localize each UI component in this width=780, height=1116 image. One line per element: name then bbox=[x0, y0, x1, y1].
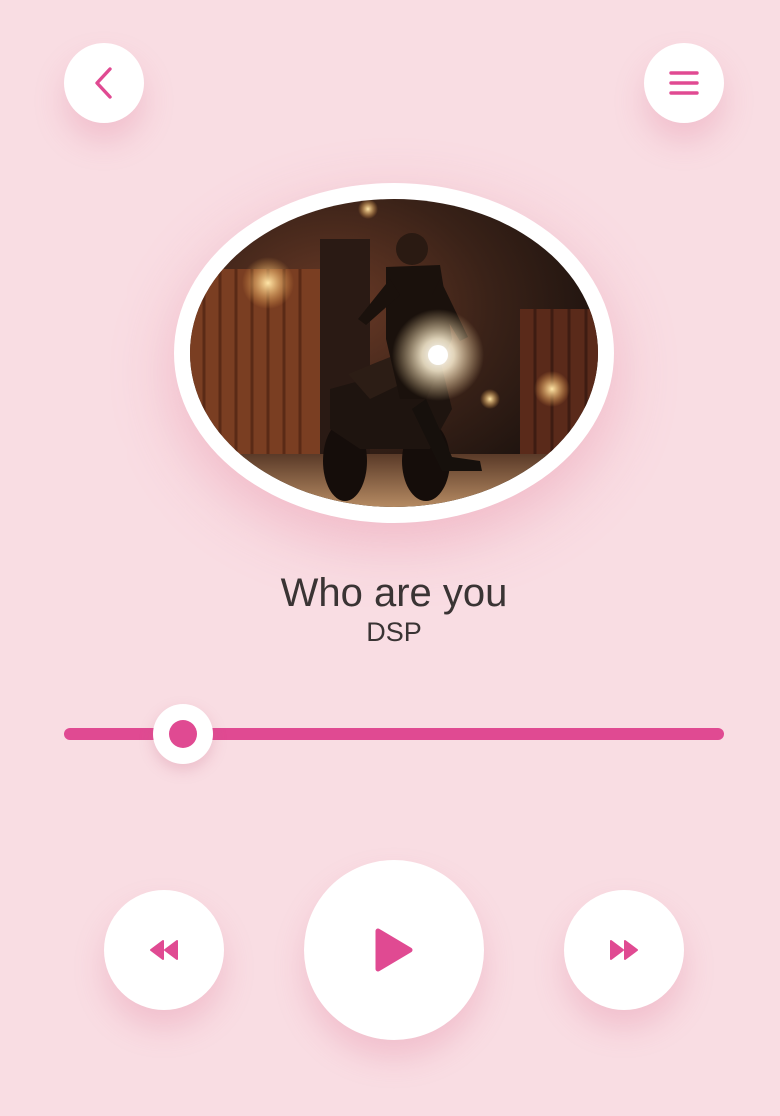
fast-forward-icon bbox=[609, 939, 639, 961]
fast-forward-button[interactable] bbox=[564, 890, 684, 1010]
album-art bbox=[190, 199, 598, 507]
menu-button[interactable] bbox=[644, 43, 724, 123]
rewind-icon bbox=[149, 939, 179, 961]
chevron-left-icon bbox=[92, 66, 116, 100]
album-art-frame bbox=[174, 183, 614, 523]
artist-name: DSP bbox=[366, 617, 422, 647]
hamburger-menu-icon bbox=[669, 70, 699, 96]
music-player-screen: Who are you DSP bbox=[0, 0, 780, 1116]
progress-thumb-dot bbox=[168, 720, 197, 748]
play-icon bbox=[374, 927, 414, 973]
rewind-button[interactable] bbox=[104, 890, 224, 1010]
back-button[interactable] bbox=[64, 43, 144, 123]
song-title: Who are you bbox=[280, 571, 508, 615]
play-button[interactable] bbox=[304, 860, 484, 1040]
progress-thumb[interactable] bbox=[152, 704, 213, 764]
